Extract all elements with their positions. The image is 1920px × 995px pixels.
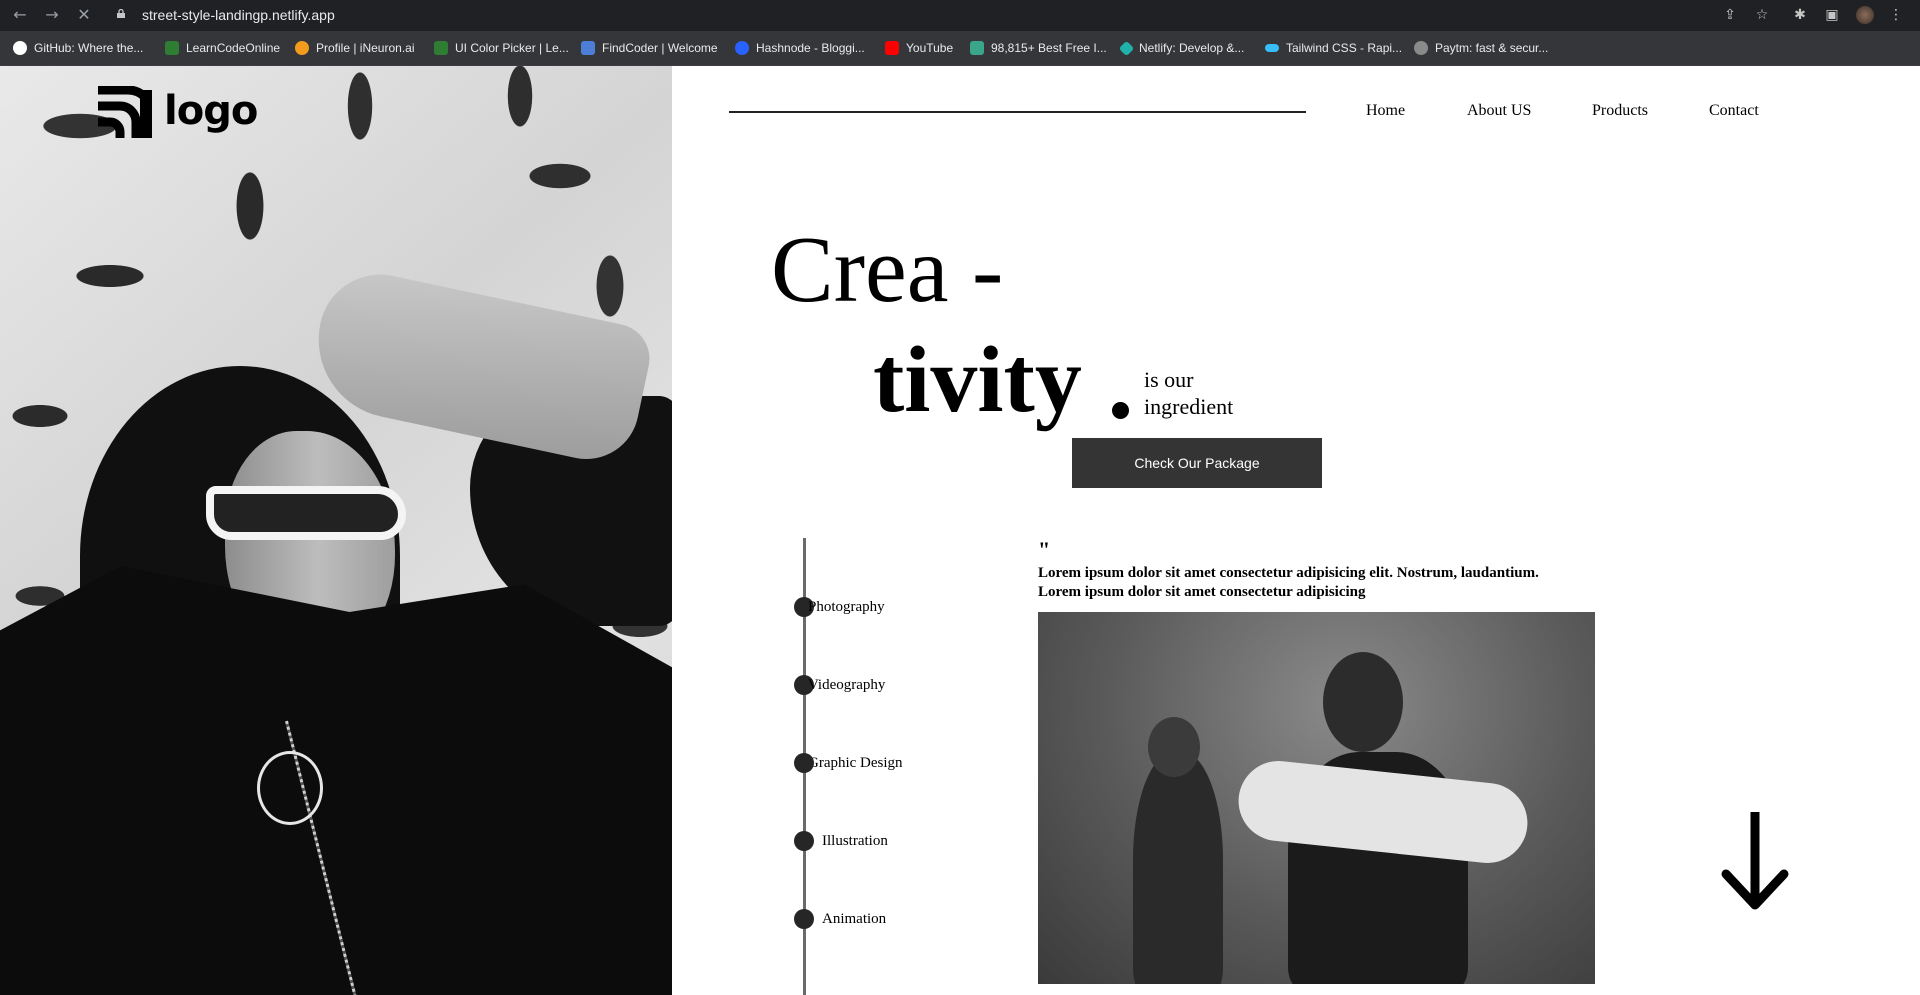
photo-dancer-left-head [1148, 717, 1200, 777]
address-bar[interactable]: street-style-landingp.netlify.app [108, 2, 1768, 29]
quote-mark: " [1038, 537, 1051, 562]
stop-loading-icon[interactable]: ✕ [74, 5, 94, 25]
photo-dancer-left [1133, 752, 1223, 984]
hero-headline-line-2: tivity [873, 328, 1082, 432]
profile-avatar[interactable] [1856, 6, 1874, 24]
service-label: Illustration [822, 833, 888, 849]
scroll-down-icon[interactable] [1720, 812, 1790, 912]
bookmark-item[interactable]: GitHub: Where the... [13, 31, 143, 65]
bookmark-item[interactable]: Tailwind CSS - Rapi... [1265, 31, 1402, 65]
landing-page: logo Home About US Products Contact Crea… [0, 66, 1920, 995]
star-icon[interactable]: ☆ [1752, 5, 1772, 25]
ui-color-picker-icon [434, 41, 448, 55]
bookmark-item[interactable]: Profile | iNeuron.ai [295, 31, 415, 65]
bookmarks-bar: GitHub: Where the... LearnCodeOnline Pro… [0, 31, 1920, 66]
url-text: street-style-landingp.netlify.app [142, 7, 335, 23]
service-label: Graphic Design [808, 755, 903, 771]
nav-products-link[interactable]: Products [1592, 100, 1648, 122]
nav-about-link[interactable]: About US [1467, 100, 1531, 122]
logo-text: logo [164, 88, 258, 134]
quote-line-1: Lorem ipsum dolor sit amet consectetur a… [1038, 565, 1539, 581]
github-icon [13, 41, 27, 55]
extensions-icon[interactable]: ✱ [1790, 5, 1810, 25]
photo-sunglasses [206, 486, 406, 540]
hero-headline-line-1: Crea - [771, 218, 1004, 322]
netlify-icon [1118, 40, 1135, 56]
photo-zipper-ring [257, 751, 323, 825]
quote-line-2: Lorem ipsum dolor sit amet consectetur a… [1038, 584, 1366, 600]
bookmark-item[interactable]: FindCoder | Welcome [581, 31, 718, 65]
hero-photo: logo [0, 66, 672, 995]
findcoder-icon [581, 41, 595, 55]
youtube-icon [885, 41, 899, 55]
dance-photo [1038, 612, 1595, 984]
forward-arrow-icon[interactable]: → [42, 5, 62, 25]
freepik-icon [970, 41, 984, 55]
bookmark-item[interactable]: Hashnode - Bloggi... [735, 31, 865, 65]
service-label: Photography [808, 599, 885, 615]
learncodeonline-icon [165, 41, 179, 55]
bookmark-item[interactable]: Paytm: fast & secur... [1414, 31, 1548, 65]
nav-home-link[interactable]: Home [1366, 100, 1405, 122]
back-arrow-icon[interactable]: ← [10, 5, 30, 25]
timeline-dot [794, 831, 814, 851]
sidebar-icon[interactable]: ▣ [1822, 5, 1842, 25]
lock-icon [117, 9, 125, 18]
bookmark-item[interactable]: 98,815+ Best Free I... [970, 31, 1107, 65]
share-icon[interactable]: ⇪ [1720, 5, 1740, 25]
quote-text: Lorem ipsum dolor sit amet consectetur a… [1038, 564, 1598, 602]
more-menu-icon[interactable]: ⋮ [1886, 5, 1906, 25]
service-label: Videography [808, 677, 886, 693]
headline-dot [1112, 402, 1129, 419]
nav-divider [729, 111, 1306, 113]
tailwind-icon [1265, 44, 1279, 52]
ineuron-icon [295, 41, 309, 55]
timeline-dot [794, 909, 814, 929]
tagline-line-2: ingredient [1144, 394, 1234, 419]
bookmark-item[interactable]: UI Color Picker | Le... [434, 31, 569, 65]
paytm-icon [1414, 41, 1428, 55]
photo-dancer-jacket [1234, 757, 1532, 867]
browser-toolbar: ← → ✕ street-style-landingp.netlify.app … [0, 0, 1920, 31]
service-label: Animation [822, 911, 887, 927]
check-package-button[interactable]: Check Our Package [1072, 438, 1322, 488]
bookmark-item[interactable]: Netlify: Develop &... [1118, 31, 1244, 65]
bookmark-item[interactable]: LearnCodeOnline [165, 31, 280, 65]
logo-mark-icon [98, 86, 152, 138]
site-logo[interactable]: logo [98, 82, 258, 142]
nav-contact-link[interactable]: Contact [1709, 100, 1759, 122]
bookmark-item[interactable]: YouTube [885, 31, 953, 65]
timeline-dot [794, 753, 814, 773]
photo-body [0, 566, 672, 995]
hashnode-icon [735, 41, 749, 55]
tagline-line-1: is our [1144, 367, 1194, 392]
hero-tagline: is our ingredient [1144, 366, 1233, 420]
photo-dancer-right-head [1323, 652, 1403, 752]
